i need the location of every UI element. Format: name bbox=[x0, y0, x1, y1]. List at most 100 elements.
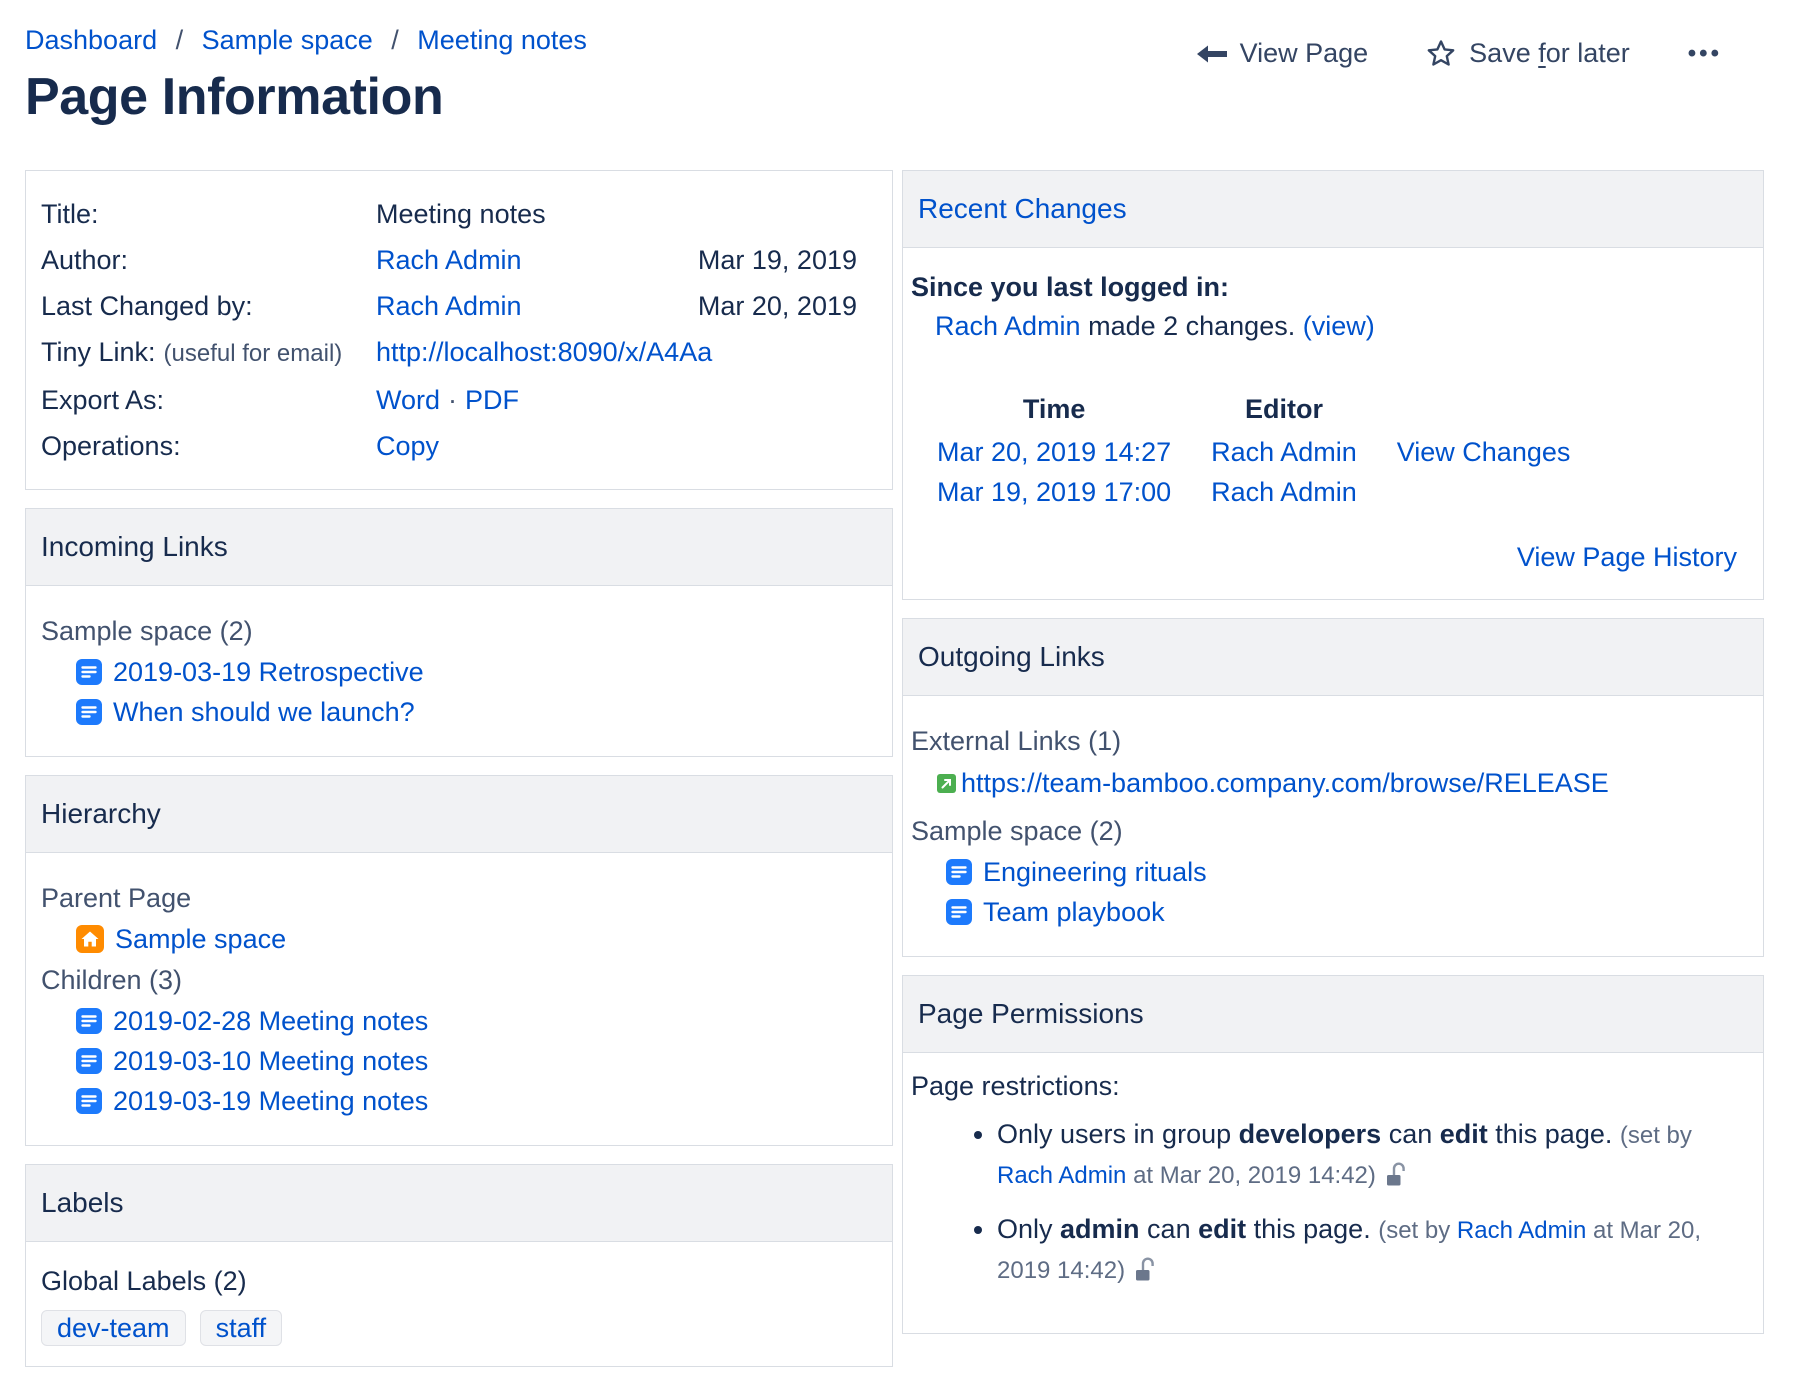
hierarchy-body: Parent Page Sample space Children (3) 20… bbox=[26, 853, 892, 1145]
global-labels-label: Global Labels (2) bbox=[41, 1264, 877, 1298]
external-url-link[interactable]: https://team-bamboo.company.com/browse/R… bbox=[961, 766, 1609, 800]
restriction-subject: developers bbox=[1239, 1119, 1382, 1149]
info-row-title: Title: Meeting notes bbox=[41, 191, 857, 237]
breadcrumb-separator: / bbox=[176, 25, 184, 55]
outgoing-links-panel: Outgoing Links External Links (1) https:… bbox=[902, 618, 1764, 957]
change-editor-link[interactable]: Rach Admin bbox=[1211, 437, 1357, 467]
info-label: Tiny Link:(useful for email) bbox=[41, 329, 376, 377]
restriction-item: Only users in group developers can edit … bbox=[997, 1115, 1742, 1198]
page-info-table: Title: Meeting notes Author: Rach Admin … bbox=[26, 171, 892, 489]
external-link-item: https://team-bamboo.company.com/browse/R… bbox=[911, 766, 1748, 800]
info-value-title: Meeting notes bbox=[376, 191, 857, 237]
page-restrictions-label: Page restrictions: bbox=[911, 1069, 1743, 1103]
save-for-later-label: Save for later bbox=[1469, 38, 1630, 69]
external-links-label: External Links (1) bbox=[911, 724, 1748, 758]
changes-summary: Rach Admin made 2 changes. (view) bbox=[935, 311, 1743, 342]
child-page-link-2[interactable]: 2019-03-10 Meeting notes bbox=[113, 1045, 428, 1077]
breadcrumb-item-sample-space[interactable]: Sample space bbox=[202, 25, 373, 55]
breadcrumb-separator: / bbox=[391, 25, 399, 55]
table-row: Mar 20, 2019 14:27 Rach Admin View Chang… bbox=[917, 432, 1590, 472]
info-label: Title: bbox=[41, 191, 376, 237]
page-icon bbox=[76, 1048, 102, 1074]
export-pdf-link[interactable]: PDF bbox=[465, 385, 519, 415]
restriction-setter-link[interactable]: Rach Admin bbox=[997, 1162, 1126, 1189]
copy-operation-link[interactable]: Copy bbox=[376, 431, 439, 461]
recent-changes-link[interactable]: Recent Changes bbox=[918, 193, 1127, 224]
info-row-export-as: Export As: Word · PDF bbox=[41, 377, 857, 423]
last-changed-by-link[interactable]: Rach Admin bbox=[376, 291, 522, 321]
view-page-history-link[interactable]: View Page History bbox=[911, 542, 1737, 573]
more-ellipsis-icon[interactable]: ••• bbox=[1688, 40, 1722, 68]
info-row-tiny-link: Tiny Link:(useful for email) http://loca… bbox=[41, 329, 857, 377]
summary-text: made 2 changes. bbox=[1081, 311, 1303, 341]
page-icon bbox=[76, 699, 102, 725]
list-item: 2019-03-19 Meeting notes bbox=[41, 1085, 877, 1117]
author-link[interactable]: Rach Admin bbox=[376, 245, 522, 275]
labels-body: Global Labels (2) dev-team staff bbox=[26, 1242, 892, 1366]
label-link[interactable]: dev-team bbox=[57, 1313, 170, 1343]
parent-page-item: Sample space bbox=[41, 923, 877, 955]
star-icon bbox=[1426, 39, 1456, 68]
label-chip-dev-team[interactable]: dev-team bbox=[41, 1310, 186, 1346]
parent-page-link[interactable]: Sample space bbox=[115, 923, 286, 955]
back-arrow-icon bbox=[1196, 43, 1227, 65]
hierarchy-panel: Hierarchy Parent Page Sample space Child… bbox=[25, 775, 893, 1146]
view-page-button[interactable]: View Page bbox=[1196, 38, 1369, 69]
page-icon bbox=[946, 859, 972, 885]
restriction-setter-link[interactable]: Rach Admin bbox=[1457, 1217, 1586, 1244]
since-last-login-heading: Since you last logged in: bbox=[911, 272, 1743, 303]
incoming-links-group-label: Sample space (2) bbox=[41, 614, 877, 648]
children-label: Children (3) bbox=[41, 963, 877, 997]
label-chip-staff[interactable]: staff bbox=[200, 1310, 283, 1346]
change-time-link[interactable]: Mar 20, 2019 14:27 bbox=[937, 437, 1171, 467]
change-time-link[interactable]: Mar 19, 2019 17:00 bbox=[937, 477, 1171, 507]
change-editor-link[interactable]: Rach Admin bbox=[1211, 477, 1357, 507]
last-changed-date: Mar 20, 2019 bbox=[698, 283, 857, 329]
recent-changes-body: Since you last logged in: Rach Admin mad… bbox=[903, 248, 1763, 599]
recent-changes-table: Time Editor Mar 20, 2019 14:27 Rach Admi… bbox=[917, 386, 1590, 512]
unlock-icon bbox=[1384, 1159, 1408, 1198]
breadcrumb-item-dashboard[interactable]: Dashboard bbox=[25, 25, 157, 55]
view-changes-link[interactable]: View Changes bbox=[1397, 437, 1571, 467]
page-title: Page Information bbox=[25, 68, 587, 126]
page-permissions-panel: Page Permissions Page restrictions: Only… bbox=[902, 975, 1764, 1334]
toolbar: View Page Save for later ••• bbox=[1196, 38, 1722, 69]
info-label: Export As: bbox=[41, 377, 376, 423]
incoming-link-retrospective[interactable]: 2019-03-19 Retrospective bbox=[113, 656, 424, 688]
restriction-subject: admin bbox=[1060, 1214, 1140, 1244]
info-row-operations: Operations: Copy bbox=[41, 423, 857, 469]
view-page-label: View Page bbox=[1240, 38, 1369, 69]
view-link[interactable]: (view) bbox=[1303, 311, 1375, 341]
title-block: Dashboard / Sample space / Meeting notes… bbox=[25, 24, 587, 126]
tiny-link-url[interactable]: http://localhost:8090/x/A4Aa bbox=[376, 337, 712, 367]
left-column: Title: Meeting notes Author: Rach Admin … bbox=[25, 170, 893, 1385]
info-label: Last Changed by: bbox=[41, 283, 376, 329]
incoming-link-launch[interactable]: When should we launch? bbox=[113, 696, 415, 728]
list-item: 2019-02-28 Meeting notes bbox=[41, 1005, 877, 1037]
time-column-header: Time bbox=[917, 386, 1191, 432]
restrictions-list: Only users in group developers can edit … bbox=[911, 1115, 1743, 1293]
child-page-link-1[interactable]: 2019-02-28 Meeting notes bbox=[113, 1005, 428, 1037]
incoming-links-body: Sample space (2) 2019-03-19 Retrospectiv… bbox=[26, 586, 892, 756]
parent-page-label: Parent Page bbox=[41, 881, 877, 915]
label-link[interactable]: staff bbox=[216, 1313, 267, 1343]
page-permissions-body: Page restrictions: Only users in group d… bbox=[903, 1053, 1763, 1333]
info-row-last-changed: Last Changed by: Rach Admin Mar 20, 2019 bbox=[41, 283, 857, 329]
restriction-action: edit bbox=[1440, 1119, 1488, 1149]
page-icon bbox=[946, 899, 972, 925]
top-bar: Dashboard / Sample space / Meeting notes… bbox=[25, 24, 1800, 126]
outgoing-links-group-label: Sample space (2) bbox=[911, 814, 1748, 848]
table-row: Mar 19, 2019 17:00 Rach Admin bbox=[917, 472, 1590, 512]
summary-author-link[interactable]: Rach Admin bbox=[935, 311, 1081, 341]
export-word-link[interactable]: Word bbox=[376, 385, 440, 415]
list-item: When should we launch? bbox=[41, 696, 877, 728]
export-separator: · bbox=[448, 385, 457, 415]
hierarchy-header: Hierarchy bbox=[26, 776, 892, 853]
outgoing-link-engineering-rituals[interactable]: Engineering rituals bbox=[983, 856, 1207, 888]
breadcrumb-item-meeting-notes[interactable]: Meeting notes bbox=[417, 25, 587, 55]
save-for-later-button[interactable]: Save for later bbox=[1426, 38, 1630, 69]
outgoing-link-team-playbook[interactable]: Team playbook bbox=[983, 896, 1165, 928]
incoming-links-header: Incoming Links bbox=[26, 509, 892, 586]
child-page-link-3[interactable]: 2019-03-19 Meeting notes bbox=[113, 1085, 428, 1117]
external-link-icon bbox=[937, 774, 956, 793]
